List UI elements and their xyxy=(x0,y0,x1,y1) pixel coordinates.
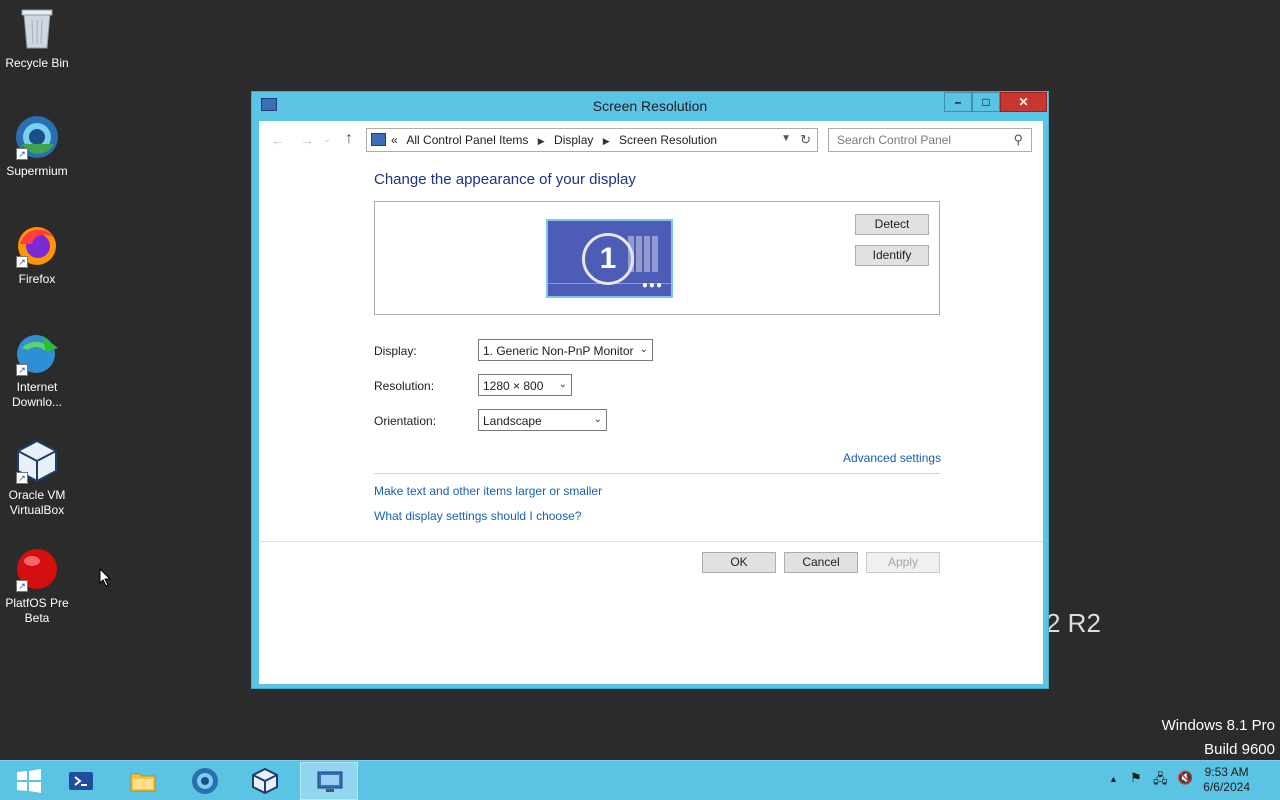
desktop-icon-virtualbox[interactable]: ↗ Oracle VM VirtualBox xyxy=(0,438,74,518)
apply-button[interactable]: Apply xyxy=(866,552,940,573)
action-center-flag-icon[interactable]: ⚑ xyxy=(1130,770,1142,786)
recycle-bin-icon xyxy=(14,6,60,52)
window-client-area: ← → ⌄ ↑ « All Control Panel Items ▶ Disp… xyxy=(259,121,1043,684)
desktop-icon-label: PlatfOS Pre Beta xyxy=(5,596,69,625)
virtualbox-icon xyxy=(252,767,278,795)
detect-button[interactable]: Detect xyxy=(855,214,929,235)
shortcut-arrow-icon: ↗ xyxy=(16,364,28,376)
supermium-icon xyxy=(192,768,218,794)
resolution-select-value: 1280 × 800 xyxy=(483,379,544,393)
volume-muted-icon[interactable]: 🔇 xyxy=(1177,770,1193,786)
mouse-cursor-icon xyxy=(99,568,111,587)
cancel-button[interactable]: Cancel xyxy=(784,552,858,573)
up-level-button[interactable]: ↑ xyxy=(345,130,353,148)
desktop-icon-label: Supermium xyxy=(6,164,68,178)
desktop-icon-recycle-bin[interactable]: Recycle Bin xyxy=(0,6,74,71)
taskbar-clock[interactable]: 9:53 AM 6/6/2024 xyxy=(1203,765,1250,795)
windows-edition-watermark: Windows 8.1 Pro xyxy=(1161,717,1275,734)
monitor-1-thumbnail[interactable]: 1 ●●● xyxy=(546,219,673,298)
page-heading: Change the appearance of your display xyxy=(374,171,636,188)
chevron-down-icon: ⌄ xyxy=(639,344,648,355)
close-button[interactable]: ✕ xyxy=(1000,92,1047,112)
shortcut-arrow-icon: ↗ xyxy=(16,472,28,484)
back-button[interactable]: ← xyxy=(267,130,289,152)
taskbar-file-explorer[interactable] xyxy=(114,762,172,800)
desktop-icon-label: Recycle Bin xyxy=(5,56,69,70)
internet-download-manager-icon: ↗ xyxy=(14,330,60,376)
desktop-icon-supermium[interactable]: ↗ Supermium xyxy=(0,114,74,179)
orientation-select-value: Landscape xyxy=(483,414,542,428)
windows-build-watermark: Build 9600 xyxy=(1204,741,1275,758)
make-text-larger-link[interactable]: Make text and other items larger or smal… xyxy=(374,484,602,498)
breadcrumb-separator-icon[interactable]: ▶ xyxy=(538,136,545,146)
advanced-settings-link[interactable]: Advanced settings xyxy=(843,451,941,465)
breadcrumb-screen-resolution[interactable]: Screen Resolution xyxy=(619,133,717,147)
orientation-label: Orientation: xyxy=(374,414,437,428)
footer-divider xyxy=(259,541,1043,542)
show-hidden-icons-button[interactable]: ▲ xyxy=(1109,774,1118,784)
monitor-number: 1 xyxy=(582,233,634,285)
refresh-icon[interactable]: ↻ xyxy=(800,132,811,148)
display-preview-area: 1 ●●● Detect Identify xyxy=(374,201,940,315)
divider xyxy=(374,473,940,474)
shortcut-arrow-icon: ↗ xyxy=(16,580,28,592)
desktop-icon-label: Internet Downlo... xyxy=(11,380,63,409)
address-dropdown-icon[interactable]: ▼ xyxy=(781,133,791,144)
supermium-icon: ↗ xyxy=(14,114,60,160)
folder-icon xyxy=(130,773,156,792)
chevron-down-icon: ⌄ xyxy=(593,414,602,425)
platfos-icon: ↗ xyxy=(14,546,60,592)
taskbar: ▲ ⚑ 🖧 🔇 9:53 AM 6/6/2024 xyxy=(0,760,1280,800)
start-button[interactable] xyxy=(0,762,58,800)
breadcrumb-display[interactable]: Display xyxy=(554,133,593,147)
ok-button[interactable]: OK xyxy=(702,552,776,573)
shortcut-arrow-icon: ↗ xyxy=(16,148,28,160)
resolution-label: Resolution: xyxy=(374,379,435,393)
identify-button[interactable]: Identify xyxy=(855,245,929,266)
resolution-select[interactable]: 1280 × 800 ⌄ xyxy=(478,374,572,396)
breadcrumb: « All Control Panel Items ▶ Display ▶ Sc… xyxy=(391,133,723,147)
powershell-icon xyxy=(69,772,93,790)
taskbar-powershell[interactable] xyxy=(52,762,110,800)
clock-date: 6/6/2024 xyxy=(1203,780,1250,794)
shortcut-arrow-icon: ↗ xyxy=(16,256,28,268)
chevron-down-icon: ⌄ xyxy=(558,379,567,390)
desktop-icon-firefox[interactable]: ↗ Firefox xyxy=(0,222,74,287)
windows-logo-icon xyxy=(17,769,41,793)
search-box[interactable]: ⚲ xyxy=(828,128,1032,152)
clock-time: 9:53 AM xyxy=(1204,765,1249,779)
desktop-icon-platfos[interactable]: ↗ PlatfOS Pre Beta xyxy=(0,546,74,626)
screen-resolution-window: Screen Resolution – □ ✕ ← → ⌄ ↑ « All Co… xyxy=(251,91,1049,689)
recent-locations-dropdown[interactable]: ⌄ xyxy=(321,130,333,152)
firefox-icon: ↗ xyxy=(14,222,60,268)
network-icon[interactable]: 🖧 xyxy=(1153,770,1168,792)
display-select-value: 1. Generic Non-PnP Monitor xyxy=(483,344,634,358)
taskbar-screen-resolution[interactable] xyxy=(300,762,358,800)
monitor-dots-icon: ●●● xyxy=(641,280,663,291)
orientation-select[interactable]: Landscape ⌄ xyxy=(478,409,607,431)
window-titlebar[interactable]: Screen Resolution – □ ✕ xyxy=(252,92,1048,121)
taskbar-supermium[interactable] xyxy=(176,762,234,800)
breadcrumb-overflow[interactable]: « xyxy=(391,133,398,147)
minimize-button[interactable]: – xyxy=(944,92,972,112)
search-icon[interactable]: ⚲ xyxy=(1013,132,1023,148)
search-input[interactable] xyxy=(837,133,997,147)
forward-button[interactable]: → xyxy=(296,130,318,152)
taskbar-virtualbox[interactable] xyxy=(236,762,294,800)
maximize-button[interactable]: □ xyxy=(972,92,1000,112)
background-os-text: 2 R2 xyxy=(1046,608,1101,638)
desktop-icon-label: Firefox xyxy=(18,272,56,286)
window-title: Screen Resolution xyxy=(592,98,708,114)
virtualbox-icon: ↗ xyxy=(14,438,60,484)
desktop-icon-label: Oracle VM VirtualBox xyxy=(8,488,66,517)
desktop-icon-internet-download-manager[interactable]: ↗ Internet Downlo... xyxy=(0,330,74,410)
breadcrumb-all-control-panel-items[interactable]: All Control Panel Items xyxy=(406,133,528,147)
display-label: Display: xyxy=(374,344,417,358)
address-bar[interactable]: « All Control Panel Items ▶ Display ▶ Sc… xyxy=(366,128,818,152)
control-panel-icon xyxy=(317,771,343,792)
breadcrumb-separator-icon[interactable]: ▶ xyxy=(603,136,610,146)
display-select[interactable]: 1. Generic Non-PnP Monitor ⌄ xyxy=(478,339,653,361)
control-panel-icon xyxy=(371,133,386,146)
display-settings-help-link[interactable]: What display settings should I choose? xyxy=(374,509,581,523)
